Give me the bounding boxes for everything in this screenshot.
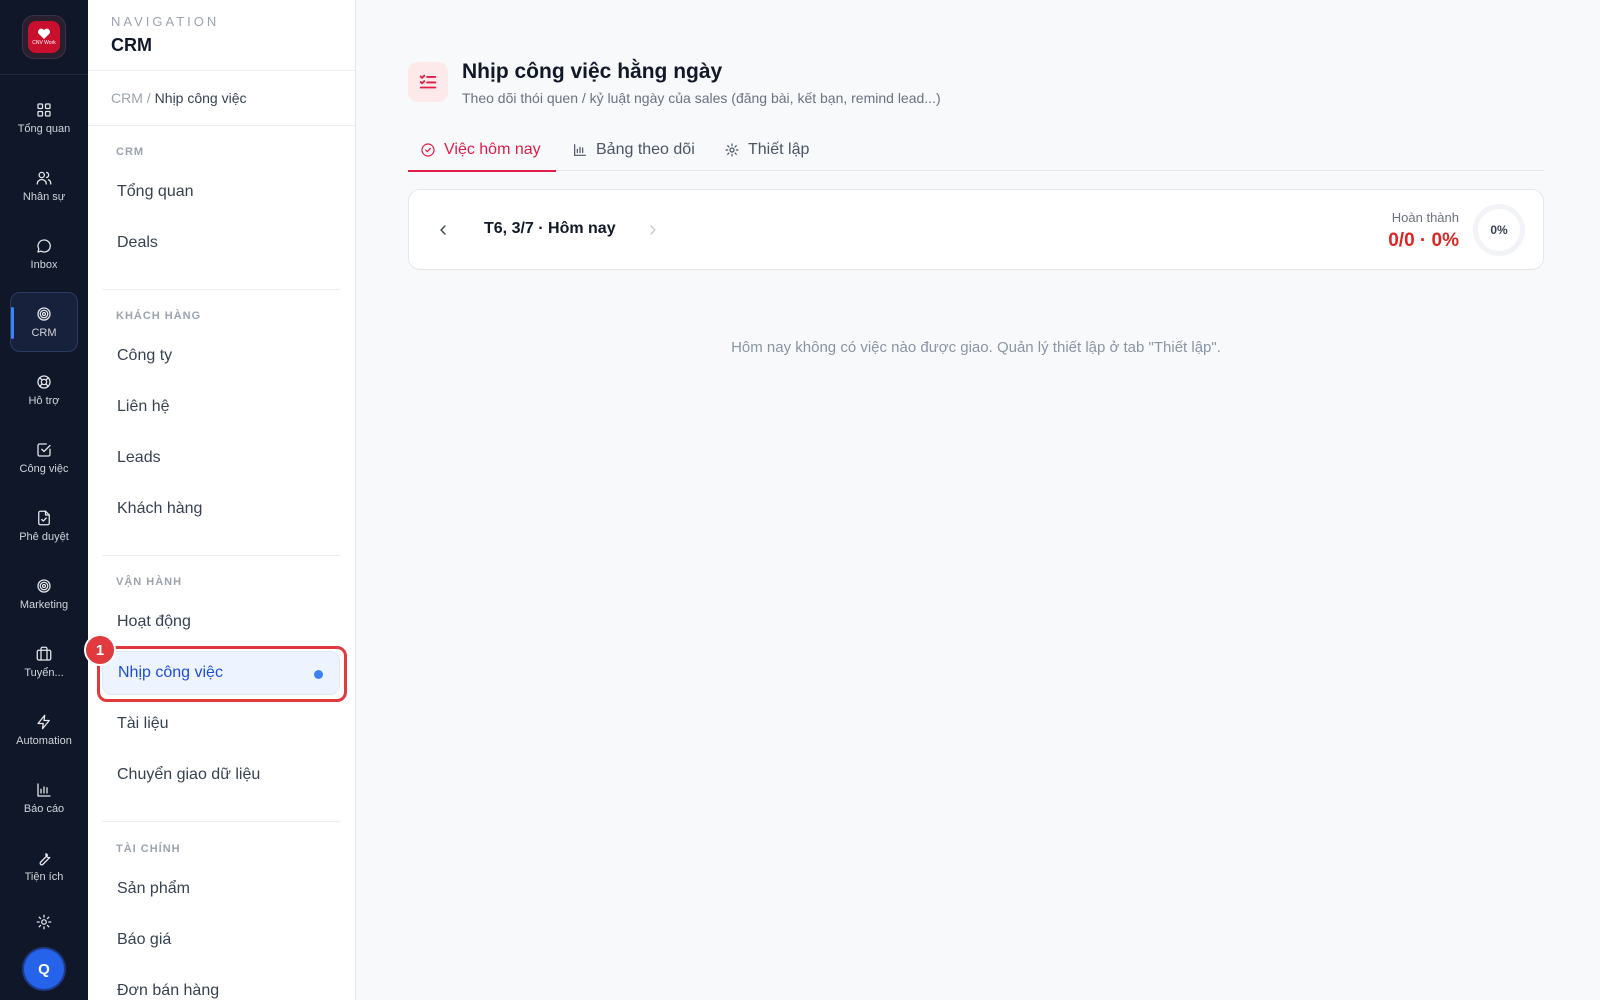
nav-item-overview[interactable]: Tổng quan bbox=[102, 170, 340, 214]
rail-item-overview[interactable]: Tổng quan bbox=[10, 88, 78, 148]
rail-item-label: Hỗ trợ bbox=[28, 395, 60, 407]
chevron-left-icon bbox=[440, 225, 446, 235]
rail-item-label: Automation bbox=[16, 735, 72, 747]
rail-item-hr[interactable]: Nhân sự bbox=[10, 156, 78, 216]
page-subtitle: Theo dõi thói quen / kỷ luật ngày của sa… bbox=[462, 90, 941, 106]
section-label-operations: VẬN HÀNH bbox=[116, 576, 183, 588]
target-icon bbox=[37, 307, 51, 321]
rail-item-settings[interactable] bbox=[10, 910, 78, 934]
section-label-customers: KHÁCH HÀNG bbox=[116, 310, 202, 322]
logo-text: CNV Work bbox=[32, 40, 56, 46]
tab-label: Việc hôm nay bbox=[444, 140, 541, 158]
rail-item-reports[interactable]: Báo cáo bbox=[10, 768, 78, 828]
nav-item-activities[interactable]: Hoạt động bbox=[102, 600, 340, 644]
grid-icon bbox=[37, 103, 51, 117]
nav-item-contacts[interactable]: Liên hệ bbox=[102, 385, 340, 429]
breadcrumb: CRM / Nhịp công việc bbox=[88, 71, 355, 126]
rail-divider bbox=[0, 74, 88, 75]
tab-label: Thiết lập bbox=[748, 140, 810, 158]
rail-item-label: Công việc bbox=[19, 463, 69, 475]
lightning-icon bbox=[37, 714, 50, 730]
rail-item-label: Nhân sự bbox=[22, 191, 66, 203]
rail-item-tasks[interactable]: Công việc bbox=[10, 428, 78, 488]
icon-rail: CNV Work Tổng quan Nhân sự Inbox CRM Hỗ … bbox=[0, 0, 88, 1000]
rail-item-label: Tuyển... bbox=[24, 667, 64, 679]
next-day-button[interactable] bbox=[639, 216, 667, 244]
step-marker-badge: 1 bbox=[84, 634, 116, 666]
prev-day-button[interactable] bbox=[429, 216, 457, 244]
rail-item-approval[interactable]: Phê duyệt bbox=[10, 496, 78, 556]
rail-item-label: Báo cáo bbox=[23, 803, 65, 815]
nav-title: CRM bbox=[111, 35, 152, 55]
nav-eyebrow: NAVIGATION bbox=[111, 14, 220, 29]
tab-today[interactable]: Việc hôm nay bbox=[408, 128, 556, 172]
breadcrumb-current: Nhịp công việc bbox=[154, 90, 247, 106]
nav-item-companies[interactable]: Công ty bbox=[102, 334, 340, 378]
nav-divider bbox=[102, 289, 340, 290]
section-label-finance: TÀI CHÍNH bbox=[116, 843, 181, 855]
briefcase-icon bbox=[36, 646, 52, 661]
nav-item-customers[interactable]: Khách hàng bbox=[102, 487, 340, 531]
check-circle-icon bbox=[421, 142, 435, 157]
wrench-icon bbox=[39, 853, 51, 866]
rail-item-utilities[interactable]: Tiện ích bbox=[10, 836, 78, 896]
gear-icon bbox=[725, 142, 739, 157]
rail-item-crm[interactable]: CRM bbox=[10, 292, 78, 352]
nav-item-leads[interactable]: Leads bbox=[102, 436, 340, 480]
empty-state-message: Hôm nay không có việc nào được giao. Quả… bbox=[731, 339, 1221, 356]
breadcrumb-root[interactable]: CRM / bbox=[111, 90, 151, 106]
completion-label: Hoàn thành bbox=[1391, 210, 1459, 225]
rail-item-inbox[interactable]: Inbox bbox=[10, 224, 78, 284]
rail-item-label: Inbox bbox=[30, 259, 58, 271]
nav-header: NAVIGATION CRM bbox=[88, 0, 355, 71]
gear-icon bbox=[36, 914, 52, 930]
tab-bar: Việc hôm nay Bảng theo dõi Thiết lập bbox=[408, 128, 1544, 172]
bar-chart-icon bbox=[37, 783, 51, 797]
heart-logo-icon: CNV Work bbox=[28, 21, 60, 53]
nav-item-documents[interactable]: Tài liệu bbox=[102, 702, 340, 746]
rail-item-label: Marketing bbox=[19, 599, 69, 611]
main-content: Nhịp công việc hằng ngày Theo dõi thói q… bbox=[356, 0, 1600, 1000]
tab-settings[interactable]: Thiết lập bbox=[712, 128, 821, 171]
completion-value: 0/0 · 0% bbox=[1388, 230, 1459, 251]
nav-item-label: Nhịp công việc bbox=[118, 664, 223, 681]
date-label: T6, 3/7 · Hôm nay bbox=[484, 220, 616, 237]
rail-item-label: Tổng quan bbox=[17, 123, 71, 135]
tab-label: Bảng theo dõi bbox=[596, 140, 695, 158]
tab-tracking[interactable]: Bảng theo dõi bbox=[560, 128, 707, 171]
target-icon bbox=[37, 579, 51, 593]
rail-item-support[interactable]: Hỗ trợ bbox=[10, 360, 78, 420]
app-logo[interactable]: CNV Work bbox=[22, 15, 66, 59]
user-avatar[interactable]: Q bbox=[22, 947, 66, 991]
active-dot-icon bbox=[314, 670, 323, 679]
bar-chart-icon bbox=[574, 143, 586, 156]
nav-item-work-rhythm[interactable]: Nhịp công việc bbox=[102, 651, 340, 695]
rail-item-automation[interactable]: Automation bbox=[10, 700, 78, 760]
nav-item-products[interactable]: Sản phẩm bbox=[102, 867, 340, 911]
navigation-panel: NAVIGATION CRM CRM / Nhịp công việc CRM … bbox=[88, 0, 356, 1000]
nav-divider bbox=[102, 821, 340, 822]
nav-item-deals[interactable]: Deals bbox=[102, 221, 340, 265]
day-summary-card: T6, 3/7 · Hôm nay Hoàn thành 0/0 · 0% 0% bbox=[408, 189, 1544, 270]
chevron-right-icon bbox=[650, 225, 656, 235]
checklist-icon bbox=[408, 62, 448, 102]
nav-divider bbox=[102, 555, 340, 556]
section-label-crm: CRM bbox=[116, 146, 145, 158]
nav-item-quotes[interactable]: Báo giá bbox=[102, 918, 340, 962]
nav-item-data-transfer[interactable]: Chuyển giao dữ liệu bbox=[102, 753, 340, 797]
chat-icon bbox=[37, 239, 51, 253]
rail-item-recruit[interactable]: Tuyển... bbox=[10, 632, 78, 692]
rail-item-label: CRM bbox=[31, 327, 57, 339]
rail-item-label: Phê duyệt bbox=[19, 531, 69, 543]
users-icon bbox=[36, 171, 52, 185]
nav-item-sales-orders[interactable]: Đơn bán hàng bbox=[102, 969, 340, 1000]
rail-item-label: Tiện ích bbox=[24, 871, 64, 883]
page-title: Nhịp công việc hằng ngày bbox=[462, 60, 723, 83]
rail-item-marketing[interactable]: Marketing bbox=[10, 564, 78, 624]
file-check-icon bbox=[38, 510, 50, 526]
checkbox-icon bbox=[37, 443, 51, 457]
lifebuoy-icon bbox=[37, 375, 51, 389]
progress-ring: 0% bbox=[1473, 204, 1525, 256]
